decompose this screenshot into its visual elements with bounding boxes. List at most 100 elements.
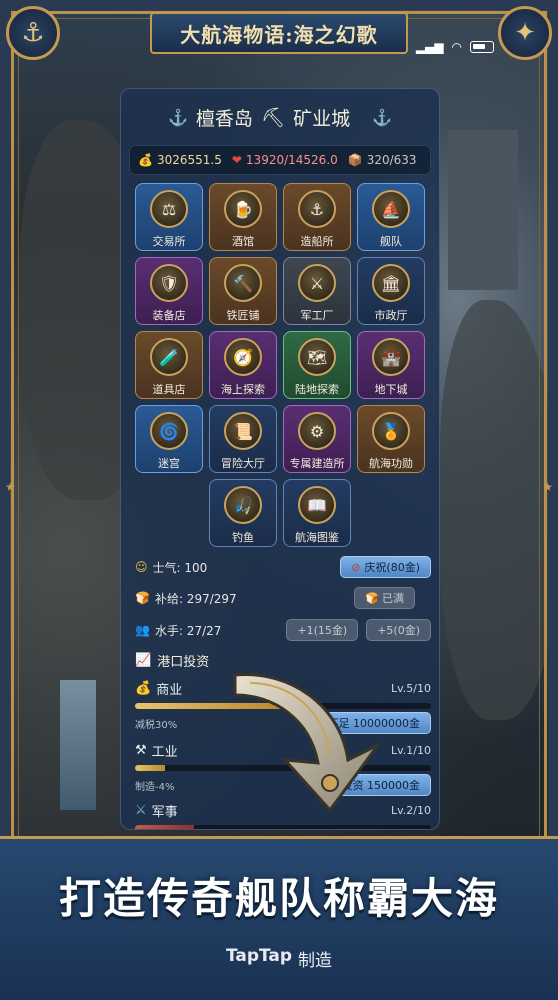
building-label: 道具店	[152, 383, 186, 396]
morale-label: 士气: 100	[152, 560, 208, 575]
building-label: 装备店	[152, 309, 186, 322]
building-label: 陆地探索	[295, 383, 339, 396]
anchor-icon: ⚓	[6, 6, 60, 60]
building-tile[interactable]: 🧭 海上探索	[209, 331, 277, 399]
hammer-icon: ⚒	[135, 743, 147, 758]
wifi-icon: ◠	[451, 40, 462, 54]
game-title-banner: 大航海物语:海之幻歌	[150, 12, 408, 54]
building-label: 造船所	[300, 235, 334, 248]
port-investment-title: 港口投资	[157, 655, 210, 670]
promo-slogan: 打造传奇舰队称霸大海	[58, 874, 499, 923]
building-label: 钓鱼	[232, 531, 254, 544]
island-name: 檀香岛	[195, 107, 253, 130]
building-tile[interactable]: 🌀 迷宫	[135, 405, 203, 473]
investment-name: 军事	[151, 805, 178, 820]
building-label: 市政厅	[374, 309, 408, 322]
building-emblem-icon: ⚙	[298, 412, 336, 450]
building-emblem-icon: ⚓	[298, 190, 336, 228]
building-tile[interactable]: 🛡 装备店	[135, 257, 203, 325]
building-tile[interactable]: 🏛 市政厅	[357, 257, 425, 325]
supply-full-label: 已满	[382, 592, 404, 605]
building-label: 冒险大厅	[221, 457, 265, 470]
recruit-1-button[interactable]: +1(15金)	[286, 619, 359, 641]
building-tile[interactable]: 🗺 陆地探索	[283, 331, 351, 399]
building-emblem-icon: 🏅	[372, 412, 410, 450]
building-tile[interactable]: 📜 冒险大厅	[209, 405, 277, 473]
building-tile[interactable]: 🍺 酒馆	[209, 183, 277, 251]
maker-suffix: 制造	[298, 951, 333, 971]
building-tile[interactable]: ⚖ 交易所	[135, 183, 203, 251]
building-tile[interactable]: 📖 航海图鉴	[283, 479, 351, 547]
building-emblem-icon: 🍺	[224, 190, 262, 228]
signal-icon: ▂▄▆	[415, 40, 444, 54]
bread-icon: 🍞	[365, 591, 379, 605]
health-resource: ❤ 13920/14526.0	[232, 153, 338, 167]
maker-credit: TapTap 制造	[226, 946, 332, 971]
waterfall	[60, 680, 96, 810]
building-label: 航海图鉴	[295, 531, 339, 544]
supply-full-button[interactable]: 🍞 已满	[354, 587, 415, 609]
building-tile[interactable]: ⚔ 军工厂	[283, 257, 351, 325]
port-investment-heading: 📈 港口投资	[135, 651, 209, 670]
castle-tower	[448, 130, 518, 290]
recruit-5-button[interactable]: +5(0金)	[366, 619, 431, 641]
building-emblem-icon: ⚔	[298, 264, 336, 302]
building-emblem-icon: 🧭	[224, 338, 262, 376]
supply-label: 补给: 297/297	[154, 591, 237, 606]
material-resource: 📦 320/633	[348, 153, 417, 167]
money-bag-icon: 💰	[138, 153, 153, 167]
heart-icon: ❤	[231, 153, 242, 167]
money-bag-icon: 💰	[135, 681, 152, 696]
investment-name: 商业	[156, 683, 183, 698]
material-value: 320/633	[366, 153, 417, 167]
investment-effect: 制造-4%	[135, 781, 175, 793]
castle-hill	[440, 300, 558, 720]
bread-icon: 🍞	[135, 591, 150, 605]
building-emblem-icon: 🏛	[372, 264, 410, 302]
building-tile[interactable]: 🧪 道具店	[135, 331, 203, 399]
battery-icon	[470, 41, 494, 53]
building-tile[interactable]: ⚙ 专属建造所	[283, 405, 351, 473]
investment-effect: 减税30%	[135, 719, 178, 731]
building-label: 舰队	[380, 235, 402, 248]
building-emblem-icon: 📖	[298, 486, 336, 524]
building-emblem-icon: 🌀	[150, 412, 188, 450]
building-emblem-icon: 🔨	[224, 264, 262, 302]
building-tile[interactable]: ⚓ 造船所	[283, 183, 351, 251]
celebrate-button[interactable]: ⊘ 庆祝(80金)	[340, 556, 431, 578]
health-value: 13920/14526.0	[245, 153, 338, 167]
pickaxe-icon: ⛏	[260, 106, 286, 129]
star-ornament-icon: ★	[542, 480, 553, 494]
building-emblem-icon: ⚖	[150, 190, 188, 228]
building-tile[interactable]: 🏰 地下城	[357, 331, 425, 399]
building-tile[interactable]: 🔨 铁匠铺	[209, 257, 277, 325]
building-label: 军工厂	[300, 309, 334, 322]
city-type: 矿业城	[293, 107, 351, 130]
building-tile[interactable]: ⛵ 舰队	[357, 183, 425, 251]
building-label: 交易所	[152, 235, 186, 248]
resource-bar: 💰 3026551.5 ❤ 13920/14526.0 📦 320/633	[129, 145, 431, 175]
building-label: 地下城	[374, 383, 408, 396]
building-label: 航海功勋	[369, 457, 413, 470]
sailor-label: 水手: 27/27	[154, 623, 222, 638]
celebrate-button-label: 庆祝(80金)	[364, 561, 420, 574]
building-label: 迷宫	[158, 457, 180, 470]
chart-up-icon: 📈	[135, 653, 152, 668]
crate-icon: 📦	[347, 153, 363, 167]
progress-bar	[135, 825, 431, 829]
building-emblem-icon: 🎣	[224, 486, 262, 524]
city-title: ⚓ 檀香岛 ⛏ 矿业城 ⚓	[121, 89, 439, 145]
compass-star-icon: ✦	[498, 6, 552, 60]
no-sign-icon: ⊘	[351, 560, 361, 574]
supply-row: 🍞 补给: 297/297 🍞 已满	[135, 586, 431, 610]
gold-resource: 💰 3026551.5	[138, 153, 222, 167]
building-emblem-icon: 🛡	[150, 264, 188, 302]
building-emblem-icon: ⛵	[372, 190, 410, 228]
building-tile[interactable]: 🎣 钓鱼	[209, 479, 277, 547]
building-tile[interactable]: 🏅 航海功勋	[357, 405, 425, 473]
status-bar: ▂▄▆ ◠	[416, 40, 494, 54]
sailor-icon: 👥	[135, 623, 150, 637]
anchor-icon: ⚓	[372, 107, 392, 127]
sailor-row: 👥 水手: 27/27 +1(15金) +5(0金)	[135, 618, 431, 642]
investment-name: 工业	[151, 745, 178, 760]
